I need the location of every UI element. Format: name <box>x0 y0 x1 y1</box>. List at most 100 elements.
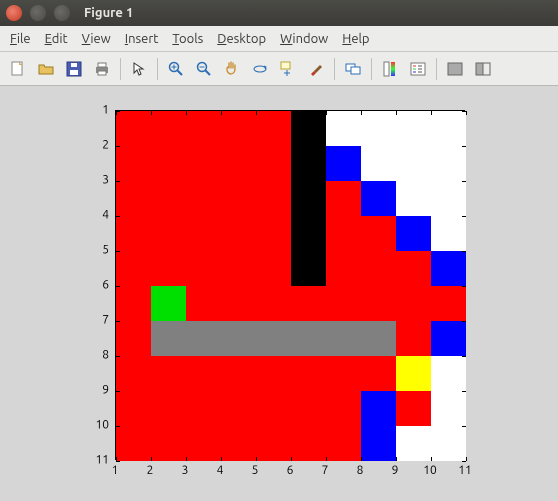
y-tick <box>116 286 120 287</box>
y-tick <box>116 356 120 357</box>
cell <box>256 181 291 216</box>
rotate-3d-icon[interactable] <box>248 57 272 81</box>
pointer-icon[interactable] <box>127 57 151 81</box>
cell <box>256 251 291 286</box>
menu-file[interactable]: File <box>10 32 31 46</box>
hide-tools-icon[interactable] <box>443 57 467 81</box>
menu-desktop[interactable]: Desktop <box>217 32 266 46</box>
pan-icon[interactable] <box>220 57 244 81</box>
open-file-icon[interactable] <box>34 57 58 81</box>
cell <box>151 321 186 356</box>
zoom-in-icon[interactable] <box>164 57 188 81</box>
data-cursor-icon[interactable] <box>276 57 300 81</box>
x-tick-label: 10 <box>423 464 437 477</box>
cell <box>186 286 221 321</box>
y-tick <box>116 461 120 462</box>
cell <box>431 216 466 251</box>
cell <box>151 111 186 146</box>
toolbar-separator <box>120 58 121 80</box>
y-tick-label: 1 <box>0 104 109 117</box>
cell <box>291 216 326 251</box>
x-tick <box>256 111 257 115</box>
cell <box>431 251 466 286</box>
cell <box>396 391 431 426</box>
menu-window[interactable]: Window <box>280 32 328 46</box>
x-tick <box>186 457 187 461</box>
cell <box>326 356 361 391</box>
x-tick <box>221 111 222 115</box>
cell <box>291 391 326 426</box>
colorbar-icon[interactable] <box>378 57 402 81</box>
link-plot-icon[interactable] <box>341 57 365 81</box>
y-tick <box>116 146 120 147</box>
toolbar-separator <box>334 58 335 80</box>
cell <box>396 426 431 461</box>
cell <box>431 391 466 426</box>
cell <box>326 111 361 146</box>
cell <box>396 146 431 181</box>
cell <box>221 111 256 146</box>
dock-icon[interactable] <box>471 57 495 81</box>
brush-icon[interactable] <box>304 57 328 81</box>
x-tick <box>151 457 152 461</box>
cell <box>291 286 326 321</box>
cell <box>256 286 291 321</box>
y-tick-label: 5 <box>0 244 109 257</box>
cell <box>186 426 221 461</box>
close-icon[interactable] <box>6 5 22 21</box>
new-figure-icon[interactable] <box>6 57 30 81</box>
cell <box>361 391 396 426</box>
x-tick-label: 9 <box>392 464 399 477</box>
figure-canvas: 12345678910111234567891011 <box>0 86 558 501</box>
cell <box>361 426 396 461</box>
cell <box>431 426 466 461</box>
x-tick-label: 3 <box>182 464 189 477</box>
y-tick-label: 6 <box>0 279 109 292</box>
window-title: Figure 1 <box>84 6 133 20</box>
cell <box>256 146 291 181</box>
cell <box>186 181 221 216</box>
cell <box>431 146 466 181</box>
cell <box>326 181 361 216</box>
x-tick <box>186 111 187 115</box>
cell <box>326 286 361 321</box>
cell <box>431 181 466 216</box>
cell <box>116 426 151 461</box>
y-tick-label: 10 <box>0 419 109 432</box>
menu-view[interactable]: View <box>82 32 111 46</box>
cell <box>361 251 396 286</box>
cell <box>116 181 151 216</box>
cell <box>291 251 326 286</box>
cell <box>116 321 151 356</box>
x-tick <box>431 111 432 115</box>
cell <box>221 146 256 181</box>
x-tick <box>396 111 397 115</box>
x-tick-label: 4 <box>217 464 224 477</box>
minimize-icon[interactable] <box>30 5 46 21</box>
y-tick <box>116 111 120 112</box>
menu-insert[interactable]: Insert <box>125 32 159 46</box>
cell <box>326 146 361 181</box>
cell <box>256 356 291 391</box>
cell <box>291 111 326 146</box>
maximize-icon[interactable] <box>54 5 70 21</box>
legend-icon[interactable] <box>406 57 430 81</box>
cell <box>291 181 326 216</box>
menu-help[interactable]: Help <box>342 32 369 46</box>
print-icon[interactable] <box>90 57 114 81</box>
menu-tools[interactable]: Tools <box>172 32 203 46</box>
cell <box>186 251 221 286</box>
menu-edit[interactable]: Edit <box>45 32 68 46</box>
save-icon[interactable] <box>62 57 86 81</box>
zoom-out-icon[interactable] <box>192 57 216 81</box>
cell <box>221 426 256 461</box>
cell <box>396 251 431 286</box>
cell <box>326 216 361 251</box>
cell <box>431 321 466 356</box>
cell <box>396 216 431 251</box>
x-tick <box>256 457 257 461</box>
y-tick <box>462 216 466 217</box>
cell <box>361 216 396 251</box>
cell <box>326 391 361 426</box>
y-tick <box>462 146 466 147</box>
